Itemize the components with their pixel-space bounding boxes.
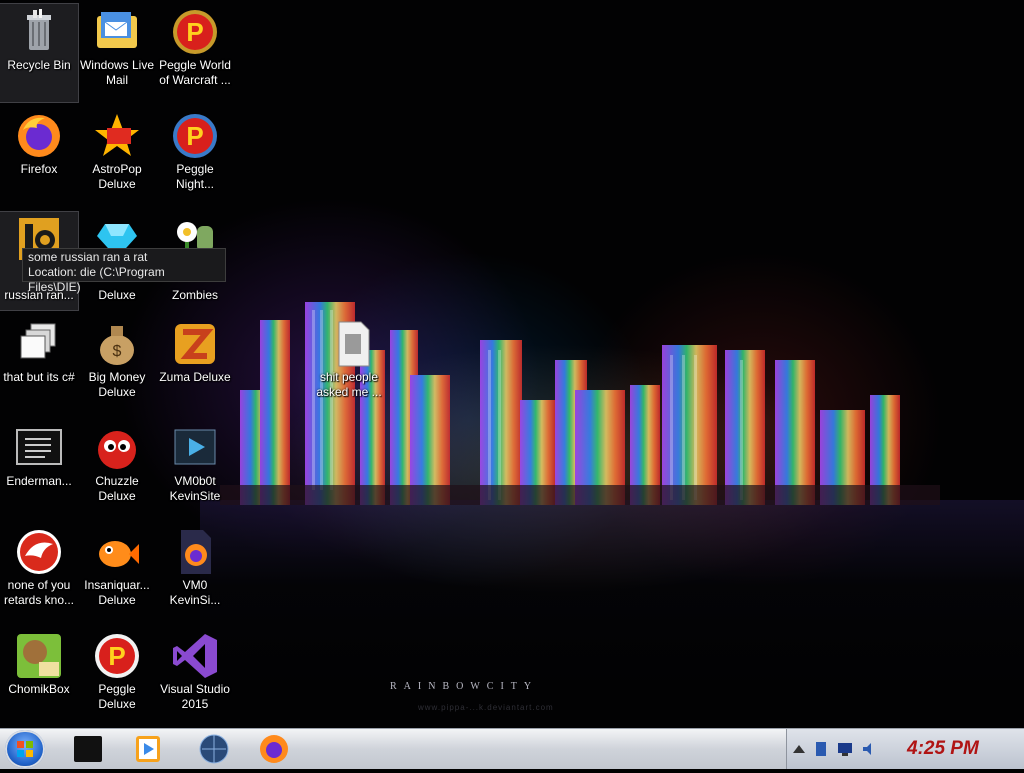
globe-icon — [199, 734, 229, 764]
desktop-icon-label: VM0 KevinSi... — [169, 578, 221, 607]
desktop-icon-peggle-nights[interactable]: P Peggle Night... — [156, 108, 234, 206]
desktop-icon-none-of-you[interactable]: none of you retards kno... — [0, 524, 78, 622]
svg-text:P: P — [108, 641, 125, 671]
chuzzle-icon — [93, 424, 141, 472]
peggle-icon: P — [93, 632, 141, 680]
dragon-logo-icon — [15, 528, 63, 576]
desktop-icon-firefox[interactable]: Firefox — [0, 108, 78, 206]
black-app-icon — [74, 736, 102, 762]
desktop-icon-label: VM0b0t KevinSite — [169, 474, 221, 503]
desktop-icon-label: Peggle World of Warcraft ... — [159, 58, 231, 87]
desktop-icon-visual-studio[interactable]: Visual Studio 2015 — [156, 628, 234, 726]
desktop-icon-label: Windows Live Mail — [79, 58, 155, 87]
windows-stack-icon — [15, 320, 63, 368]
desktop-icon-label: Recycle Bin — [7, 58, 71, 72]
desktop[interactable]: RAINBOWCITY www.pippa-...k.deviantart.co… — [0, 0, 1024, 728]
desktop-icon-label: Peggle Night... — [175, 162, 214, 191]
desktop-icon-label: Enderman... — [6, 474, 72, 488]
desktop-icon-that-but-its-csharp[interactable]: that but its c# — [0, 316, 78, 414]
peggle-nights-icon: P — [171, 112, 219, 160]
taskbar-app-firefox[interactable] — [252, 732, 296, 766]
taskbar: 4:25 PM — [0, 728, 1024, 769]
taskbar-app-black[interactable] — [66, 732, 110, 766]
desktop-icon-recycle-bin[interactable]: Recycle Bin — [0, 3, 79, 103]
desktop-icon-label: Peggle Deluxe — [98, 682, 136, 711]
windows-start-orb-icon — [17, 741, 33, 757]
desktop-icon-label: Chuzzle Deluxe — [95, 474, 139, 503]
desktop-icon-peggle-wow[interactable]: P Peggle World of Warcraft ... — [156, 4, 234, 102]
zuma-icon — [171, 320, 219, 368]
desktop-icon-peggle-deluxe[interactable]: P Peggle Deluxe — [78, 628, 156, 726]
media-player-icon — [136, 736, 160, 762]
chomikbox-icon — [15, 632, 63, 680]
desktop-icon-zuma[interactable]: Zuma Deluxe — [156, 316, 234, 414]
desktop-icon-label: none of you retards kno... — [3, 578, 75, 607]
desktop-icon-big-money[interactable]: $ Big Money Deluxe — [78, 316, 156, 414]
desktop-icon-label: AstroPop Deluxe — [92, 162, 142, 191]
console-icon — [15, 424, 63, 472]
insaniquarium-fish-icon — [93, 528, 141, 576]
taskbar-app-globe[interactable] — [192, 732, 236, 766]
desktop-icon-label: ChomikBox — [8, 682, 70, 696]
tooltip-line-1: some russian ran a rat — [28, 250, 148, 264]
video-shortcut-icon — [171, 424, 219, 472]
desktop-icon-label: Visual Studio 2015 — [160, 682, 230, 711]
desktop-icon-vm0b0t-kevinsite[interactable]: VM0b0t KevinSite — [156, 420, 234, 518]
desktop-icon-label: that but its c# — [3, 370, 75, 384]
desktop-icon-insaniquarium[interactable]: Insaniquar... Deluxe — [78, 524, 156, 622]
desktop-icon-chomikbox[interactable]: ChomikBox — [0, 628, 78, 726]
tooltip: some russian ran a rat Location: die (C:… — [22, 248, 226, 294]
device-icon[interactable] — [813, 742, 829, 756]
file-icon — [325, 320, 373, 368]
svg-text:$: $ — [113, 343, 122, 360]
desktop-icon-vm0-kevinsi[interactable]: VM0 KevinSi... — [156, 524, 234, 622]
desktop-icon-windows-live-mail[interactable]: Windows Live Mail — [78, 4, 156, 102]
system-tray: 4:25 PM — [786, 729, 1024, 769]
wallpaper-subtitle: www.pippa-...k.deviantart.com — [418, 703, 554, 712]
desktop-icon-shit-people-asked[interactable]: shit people asked me ... — [310, 316, 388, 414]
desktop-icon-label: Big Money Deluxe — [88, 370, 146, 399]
desktop-icon-label: Insaniquar... Deluxe — [84, 578, 150, 607]
astropop-icon — [93, 112, 141, 160]
desktop-icon-label: Firefox — [20, 162, 58, 176]
windows-live-mail-icon — [93, 8, 141, 56]
firefox-icon — [260, 735, 288, 763]
network-icon[interactable] — [837, 742, 853, 756]
money-bag-icon: $ — [93, 320, 141, 368]
svg-text:P: P — [186, 121, 203, 151]
wallpaper-water-reflection — [200, 500, 1024, 690]
start-button[interactable] — [5, 730, 45, 768]
svg-text:P: P — [186, 17, 203, 47]
clock[interactable]: 4:25 PM — [907, 738, 979, 760]
recycle-bin-icon — [15, 8, 63, 56]
desktop-icon-enderman[interactable]: Enderman... — [0, 420, 78, 518]
visual-studio-icon — [171, 632, 219, 680]
desktop-icon-astropop[interactable]: AstroPop Deluxe — [78, 108, 156, 206]
taskbar-app-media-player[interactable] — [126, 732, 170, 766]
volume-icon[interactable] — [861, 742, 877, 756]
desktop-icon-label: Zuma Deluxe — [159, 370, 231, 384]
peggle-wow-icon: P — [171, 8, 219, 56]
firefox-icon — [15, 112, 63, 160]
desktop-icon-chuzzle[interactable]: Chuzzle Deluxe — [78, 420, 156, 518]
desktop-icon-label: shit people asked me ... — [316, 370, 382, 399]
firefox-file-icon — [171, 528, 219, 576]
tooltip-line-2: Location: die (C:\Program Files\DIE) — [28, 265, 165, 294]
wallpaper-title: RAINBOWCITY — [390, 681, 539, 692]
show-hidden-icons-icon[interactable] — [791, 742, 807, 756]
